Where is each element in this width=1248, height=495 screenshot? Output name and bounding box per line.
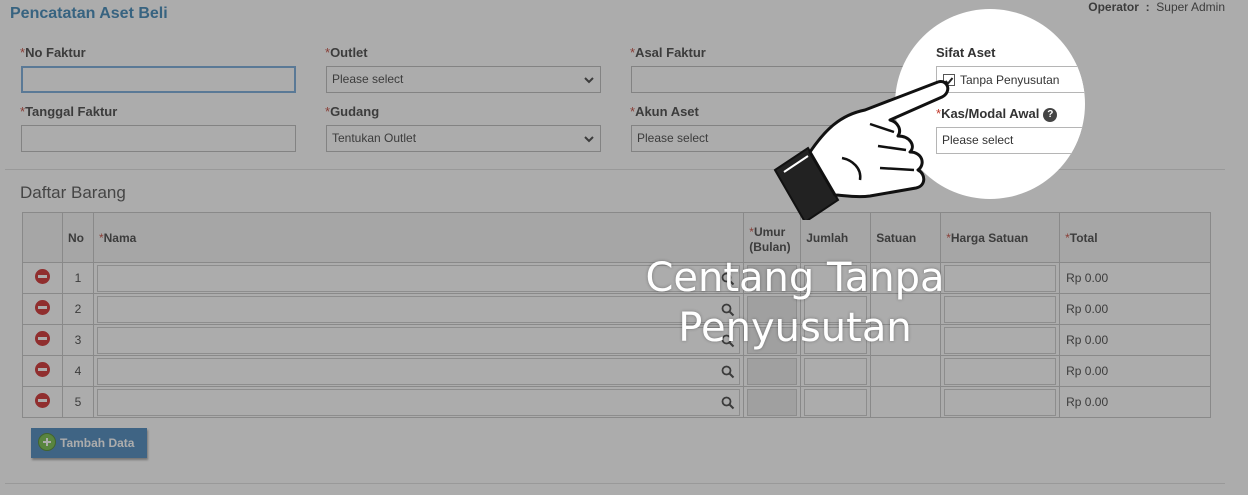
gudang-select[interactable]: Tentukan Outlet: [326, 125, 601, 152]
jumlah-input[interactable]: [804, 357, 868, 385]
total-cell: Rp 0.00: [1059, 262, 1211, 294]
umur-cell: [743, 386, 802, 418]
help-icon[interactable]: ?: [1043, 108, 1058, 122]
remove-row-icon[interactable]: [35, 393, 50, 408]
umur-cell: [743, 355, 802, 387]
tambah-data-label: Tambah Data: [60, 436, 135, 450]
nama-cell: [92, 355, 745, 387]
outlet-select-value: Please select: [332, 72, 404, 86]
tanpa-penyusutan-label: Tanpa Penyusutan: [960, 73, 1060, 87]
no-faktur-label: *No Faktur: [20, 45, 86, 60]
col-nama-label: Nama: [103, 230, 137, 245]
asal-faktur-label: *Asal Faktur: [630, 45, 706, 60]
remove-cell: [22, 324, 63, 356]
gudang-select-value: Tentukan Outlet: [332, 131, 417, 145]
nama-cell: [92, 386, 745, 418]
asal-faktur-label-text: Asal Faktur: [635, 45, 706, 60]
operator-sep: :: [1145, 0, 1150, 14]
nama-input[interactable]: [96, 388, 741, 416]
no-faktur-label-text: No Faktur: [25, 45, 86, 60]
total-cell: Rp 0.00: [1059, 386, 1211, 418]
row-no: 4: [61, 355, 94, 387]
row-no: 1: [61, 262, 94, 294]
harga-cell: [940, 355, 1061, 387]
jumlah-cell: [800, 355, 872, 387]
col-harga-label: Harga Satuan: [950, 230, 1029, 245]
chevron-down-icon: [584, 136, 594, 143]
pointing-hand-icon: [773, 80, 950, 220]
operator-info: Operator : Super Admin: [1088, 0, 1225, 14]
caption-line2: Penyusutan: [678, 305, 912, 351]
sifat-aset-label: Sifat Aset: [936, 45, 996, 60]
akun-aset-label-text: Akun Aset: [635, 104, 699, 119]
gudang-label: *Gudang: [325, 104, 379, 119]
total-cell: Rp 0.00: [1059, 324, 1211, 356]
harga-input[interactable]: [944, 357, 1057, 385]
operator-label: Operator: [1088, 0, 1139, 14]
akun-aset-select-value: Please select: [637, 131, 709, 145]
search-icon[interactable]: [721, 365, 735, 379]
akun-aset-label: *Akun Aset: [630, 104, 699, 119]
tutorial-caption: Centang Tanpa Penyusutan: [610, 253, 980, 353]
chevron-down-icon: [584, 77, 594, 84]
daftar-barang-title: Daftar Barang: [20, 183, 126, 202]
col-action: [22, 212, 63, 263]
table-row: 5 Rp 0.00: [22, 386, 1211, 418]
nama-input[interactable]: [96, 357, 741, 385]
jumlah-cell: [800, 386, 872, 418]
remove-cell: [22, 355, 63, 387]
plus-icon: [38, 433, 56, 451]
tanggal-faktur-label-text: Tanggal Faktur: [25, 104, 118, 119]
row-no: 5: [61, 386, 94, 418]
remove-row-icon[interactable]: [35, 269, 50, 284]
outlet-select[interactable]: Please select: [326, 66, 601, 93]
col-no: No: [61, 212, 94, 263]
row-no: 2: [61, 293, 94, 325]
search-icon[interactable]: [721, 396, 735, 410]
outlet-label-text: Outlet: [330, 45, 368, 60]
page-title: Pencatatan Aset Beli: [10, 5, 168, 22]
outlet-label: *Outlet: [325, 45, 368, 60]
tanggal-faktur-input[interactable]: [21, 125, 296, 152]
remove-row-icon[interactable]: [35, 362, 50, 377]
col-umur-label: Umur (Bulan): [749, 224, 791, 254]
remove-cell: [22, 262, 63, 294]
total-cell: Rp 0.00: [1059, 293, 1211, 325]
col-total: *Total: [1059, 212, 1211, 263]
divider: [5, 483, 1225, 484]
remove-row-icon[interactable]: [35, 331, 50, 346]
gudang-label-text: Gudang: [330, 104, 380, 119]
tambah-data-button[interactable]: Tambah Data: [31, 428, 147, 458]
umur-input[interactable]: [747, 357, 798, 385]
harga-cell: [940, 386, 1061, 418]
row-no: 3: [61, 324, 94, 356]
caption-line1: Centang Tanpa: [645, 255, 945, 301]
total-cell: Rp 0.00: [1059, 355, 1211, 387]
remove-row-icon[interactable]: [35, 300, 50, 315]
harga-input[interactable]: [944, 388, 1057, 416]
remove-cell: [22, 386, 63, 418]
no-faktur-input[interactable]: [21, 66, 296, 93]
umur-input[interactable]: [747, 388, 798, 416]
table-row: 4 Rp 0.00: [22, 355, 1211, 387]
remove-cell: [22, 293, 63, 325]
tanggal-faktur-label: *Tanggal Faktur: [20, 104, 117, 119]
satuan-cell: [870, 355, 942, 387]
operator-value: Super Admin: [1156, 0, 1225, 14]
satuan-cell: [870, 386, 942, 418]
jumlah-input[interactable]: [804, 388, 868, 416]
col-total-label: Total: [1069, 230, 1098, 245]
